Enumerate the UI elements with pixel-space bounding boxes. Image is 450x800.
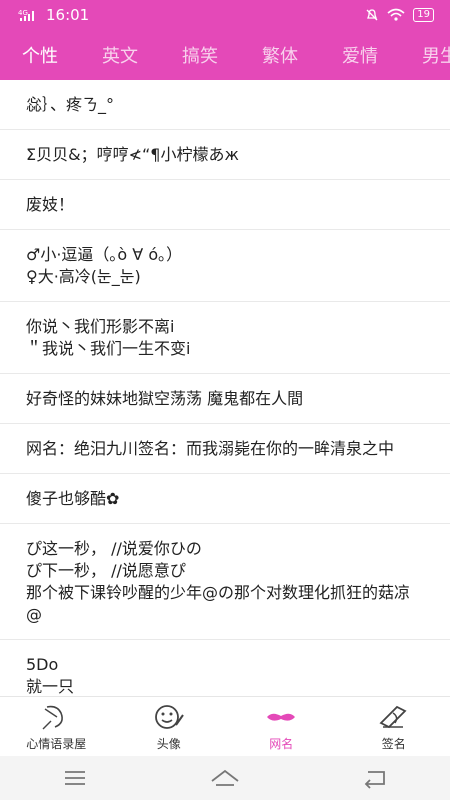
category-tabbar: 个性 英文 搞笑 繁体 爱情 男生 [0,30,450,80]
list-item[interactable]: 网名：绝汨九川签名：而我溺毙在你的一眸清泉之中 [0,424,450,474]
list-item[interactable]: 好奇怪的妹妹地獄空荡荡 魔鬼都在人間 [0,374,450,424]
bottom-navigation: 心情语录屋 头像 网名 签名 [0,696,450,757]
face-icon [154,704,184,729]
nickname-list[interactable]: 惢｝、疼ㄋ_° Σ贝贝&；哼哼≮“¶小柠檬あж 废妓！ ♂小·逗逼（｡ò ∀ ó｡） … [0,80,450,696]
tab-3[interactable]: 繁体 [240,42,320,68]
clock: 16:01 [46,6,90,24]
nav-item-3[interactable]: 签名 [338,697,450,757]
list-item[interactable]: ぴ这一秒， //说爱你ひの ぴ下一秒， //说愿意ぴ 那个被下课铃吵醒的少年@の… [0,524,450,640]
tab-0[interactable]: 个性 [0,42,80,68]
tab-2[interactable]: 搞笑 [160,42,240,68]
list-item[interactable]: 惢｝、疼ㄋ_° [0,80,450,130]
wifi-icon [387,8,405,21]
list-item[interactable]: 废妓！ [0,180,450,230]
nav-item-2[interactable]: 网名 [225,697,338,757]
nav-label: 心情语录屋 [26,736,87,751]
status-bar: 4G 16:01 19 [0,0,450,30]
signal-icon: 4G [18,9,34,21]
list-item[interactable]: 你说丶我们形影不离i ＂我说丶我们一生不变i [0,302,450,374]
menu-icon[interactable] [58,767,92,789]
nav-item-1[interactable]: 头像 [113,697,226,757]
nav-label: 签名 [381,736,406,751]
feather-icon [42,705,64,729]
back-icon[interactable] [358,767,392,789]
tab-5[interactable]: 男生 [400,42,450,68]
pen-icon [379,705,407,728]
nav-label: 头像 [156,736,181,751]
system-navigation-bar [0,756,450,800]
mustache-icon [267,713,296,721]
status-right: 19 [365,8,450,22]
mute-bell-icon [366,9,378,21]
home-icon[interactable] [208,767,242,789]
list-item[interactable]: 5Do 就一只 杭城头帅 [0,640,450,696]
battery-indicator: 19 [413,8,434,22]
list-item[interactable]: 傻子也够酷✿ [0,474,450,524]
nav-label: 网名 [269,736,294,751]
svg-text:4G: 4G [18,9,28,17]
list-item[interactable]: ♂小·逗逼（｡ò ∀ ó｡） ♀大·高冷(눈_눈) [0,230,450,302]
nav-item-0[interactable]: 心情语录屋 [0,697,113,757]
status-left: 4G 16:01 [0,6,89,24]
list-item[interactable]: Σ贝贝&；哼哼≮“¶小柠檬あж [0,130,450,180]
tab-1[interactable]: 英文 [80,42,160,68]
tab-4[interactable]: 爱情 [320,42,400,68]
